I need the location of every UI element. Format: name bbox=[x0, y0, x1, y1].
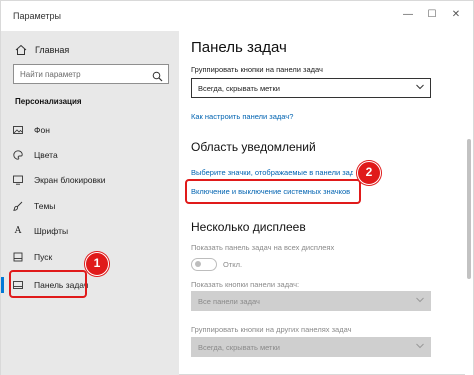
sidebar-item-lock-screen[interactable]: Экран блокировки bbox=[1, 169, 179, 191]
sidebar: Главная Найти параметр Персонализация Фо… bbox=[1, 31, 179, 375]
dropdown-value: Всегда, скрывать метки bbox=[198, 84, 280, 93]
picture-icon bbox=[13, 125, 23, 135]
close-button[interactable]: ✕ bbox=[449, 8, 463, 22]
taskbar-highlight bbox=[9, 270, 87, 298]
howto-link[interactable]: Как настроить панели задач? bbox=[191, 112, 293, 121]
all-displays-toggle[interactable] bbox=[191, 258, 217, 271]
minimize-button[interactable]: — bbox=[401, 8, 415, 22]
dropdown-value: Все панели задач bbox=[198, 297, 260, 306]
home-icon bbox=[15, 44, 27, 56]
show-buttons-label: Показать кнопки панели задач: bbox=[191, 280, 300, 289]
sidebar-item-label: Экран блокировки bbox=[34, 175, 106, 185]
group-other-dropdown[interactable]: Всегда, скрывать метки bbox=[191, 337, 431, 357]
select-icons-link[interactable]: Выберите значки, отображаемые в панели з… bbox=[191, 168, 353, 177]
system-icons-highlight bbox=[185, 179, 361, 204]
step-badge-1: 1 bbox=[85, 252, 109, 276]
page-title: Панель задач bbox=[191, 39, 287, 56]
show-all-displays-label: Показать панель задач на всех дисплеях bbox=[191, 243, 335, 252]
sidebar-item-label: Главная bbox=[35, 45, 70, 55]
title-bar: Параметры — ☐ ✕ bbox=[1, 1, 473, 31]
show-buttons-dropdown[interactable]: Все панели задач bbox=[191, 291, 431, 311]
section-heading: Персонализация bbox=[15, 97, 82, 106]
font-icon: A bbox=[14, 226, 22, 236]
settings-window: Параметры — ☐ ✕ Главная Найти параметр П… bbox=[0, 0, 474, 375]
search-placeholder: Найти параметр bbox=[20, 70, 81, 79]
chevron-down-icon bbox=[416, 343, 424, 349]
sidebar-item-label: Фон bbox=[34, 125, 50, 135]
chevron-down-icon bbox=[416, 297, 424, 303]
maximize-button[interactable]: ☐ bbox=[425, 8, 439, 22]
sidebar-item-colors[interactable]: Цвета bbox=[1, 144, 179, 166]
sidebar-item-background[interactable]: Фон bbox=[1, 119, 179, 141]
group-buttons-label: Группировать кнопки на панели задач bbox=[191, 65, 323, 74]
sidebar-item-themes[interactable]: Темы bbox=[1, 195, 179, 217]
sidebar-item-label: Пуск bbox=[34, 252, 53, 262]
sidebar-item-label: Темы bbox=[34, 201, 56, 211]
scrollbar[interactable] bbox=[465, 31, 473, 375]
toggle-state: Откл. bbox=[223, 260, 243, 269]
sidebar-item-label: Шрифты bbox=[34, 226, 69, 236]
brush-icon bbox=[13, 201, 23, 211]
multiple-displays-heading: Несколько дисплеев bbox=[191, 220, 306, 234]
lock-screen-icon bbox=[13, 175, 23, 185]
chevron-down-icon bbox=[416, 84, 424, 90]
search-input[interactable]: Найти параметр bbox=[13, 64, 169, 84]
scroll-thumb[interactable] bbox=[467, 139, 471, 279]
window-title: Параметры bbox=[13, 11, 61, 21]
sidebar-item-fonts[interactable]: A Шрифты bbox=[1, 220, 179, 242]
dropdown-value: Всегда, скрывать метки bbox=[198, 343, 280, 352]
toggle-knob bbox=[195, 261, 201, 267]
start-icon bbox=[13, 252, 23, 262]
active-indicator bbox=[1, 277, 4, 293]
notifications-heading: Область уведомлений bbox=[191, 140, 316, 154]
sidebar-item-home[interactable]: Главная bbox=[15, 42, 69, 58]
sidebar-item-label: Цвета bbox=[34, 150, 58, 160]
group-other-label: Группировать кнопки на других панелях за… bbox=[191, 325, 352, 334]
search-icon[interactable] bbox=[152, 69, 163, 82]
group-buttons-dropdown[interactable]: Всегда, скрывать метки bbox=[191, 78, 431, 98]
step-badge-2: 2 bbox=[357, 161, 381, 185]
palette-icon bbox=[13, 150, 23, 160]
